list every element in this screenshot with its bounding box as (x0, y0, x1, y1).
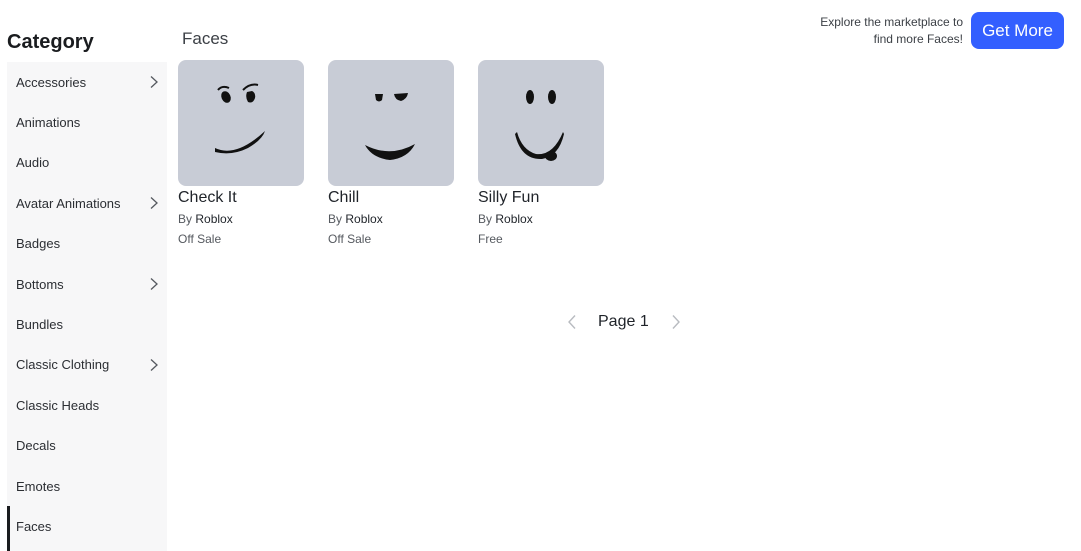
sidebar-item-accessories[interactable]: Accessories (7, 62, 167, 102)
sidebar-item-label: Classic Heads (16, 397, 100, 413)
item-price: Free (478, 232, 503, 246)
item-creator: By Roblox (328, 212, 454, 227)
item-price: Off Sale (328, 232, 372, 246)
item-creator: By Roblox (478, 212, 604, 227)
item-name[interactable]: Chill (328, 188, 454, 208)
sidebar-item-label: Bundles (16, 317, 63, 333)
item-name[interactable]: Silly Fun (478, 188, 604, 208)
sidebar-item-label: Decals (16, 438, 56, 454)
avatar-inventory-page: Category Accessories Animations Audio Av… (0, 0, 1081, 551)
sidebar-item-badges[interactable]: Badges (7, 224, 167, 264)
chevron-right-icon (150, 76, 158, 89)
item-thumbnail[interactable] (328, 60, 454, 186)
chevron-right-icon (150, 358, 158, 371)
promo-text: Explore the marketplace to find more Fac… (793, 14, 963, 48)
sidebar-item-label: Avatar Animations (16, 195, 121, 211)
promo-line-1: Explore the marketplace to (820, 15, 963, 29)
chill-face-icon (365, 93, 415, 160)
sidebar-item-label: Animations (16, 115, 81, 131)
chevron-right-icon (150, 197, 158, 210)
item-name[interactable]: Check It (178, 188, 304, 208)
sidebar-item-label: Classic Clothing (16, 357, 110, 373)
sidebar-item-classic-heads[interactable]: Classic Heads (7, 385, 167, 425)
get-more-button[interactable]: Get More (971, 12, 1064, 49)
sidebar-item-label: Audio (16, 155, 50, 171)
sidebar-item-decals[interactable]: Decals (7, 426, 167, 466)
sidebar-item-label: Accessories (16, 74, 87, 90)
prev-page-button[interactable] (563, 313, 581, 331)
check-it-face-icon (215, 83, 265, 154)
creator-prefix: By (178, 212, 193, 226)
promo-line-2: find more Faces! (873, 32, 963, 46)
chevron-right-icon (150, 278, 158, 291)
sidebar-item-avatar-animations[interactable]: Avatar Animations (7, 183, 167, 223)
item-card[interactable]: Silly Fun By Roblox Free (478, 60, 604, 247)
item-price: Off Sale (178, 232, 222, 246)
item-card[interactable]: Check It By Roblox Off Sale (178, 60, 304, 247)
sidebar-item-audio[interactable]: Audio (7, 143, 167, 183)
sidebar-item-bundles[interactable]: Bundles (7, 304, 167, 344)
next-page-button[interactable] (667, 313, 685, 331)
sidebar-item-label: Bottoms (16, 276, 64, 292)
category-sidebar: Accessories Animations Audio Avatar Anim… (7, 62, 167, 551)
creator-prefix: By (328, 212, 343, 226)
creator-link[interactable]: Roblox (195, 212, 232, 226)
chevron-left-icon (568, 315, 576, 329)
category-heading: Category (7, 31, 94, 53)
creator-link[interactable]: Roblox (345, 212, 382, 226)
pagination: Page 1 (563, 311, 685, 333)
sidebar-item-label: Badges (16, 236, 61, 252)
item-creator: By Roblox (178, 212, 304, 227)
sidebar-item-faces[interactable]: Faces (7, 506, 167, 551)
creator-link[interactable]: Roblox (495, 212, 532, 226)
sidebar-item-animations[interactable]: Animations (7, 102, 167, 142)
item-thumbnail[interactable] (478, 60, 604, 186)
creator-prefix: By (478, 212, 493, 226)
chevron-right-icon (672, 315, 680, 329)
page-indicator: Page 1 (598, 313, 649, 330)
item-thumbnail[interactable] (178, 60, 304, 186)
item-card[interactable]: Chill By Roblox Off Sale (328, 60, 454, 247)
silly-fun-face-icon (515, 90, 564, 161)
sidebar-item-bottoms[interactable]: Bottoms (7, 264, 167, 304)
sidebar-item-label: Faces (16, 518, 52, 534)
sidebar-item-emotes[interactable]: Emotes (7, 466, 167, 506)
sidebar-item-classic-clothing[interactable]: Classic Clothing (7, 345, 167, 385)
sidebar-item-label: Emotes (16, 478, 61, 494)
section-title: Faces (182, 29, 229, 48)
